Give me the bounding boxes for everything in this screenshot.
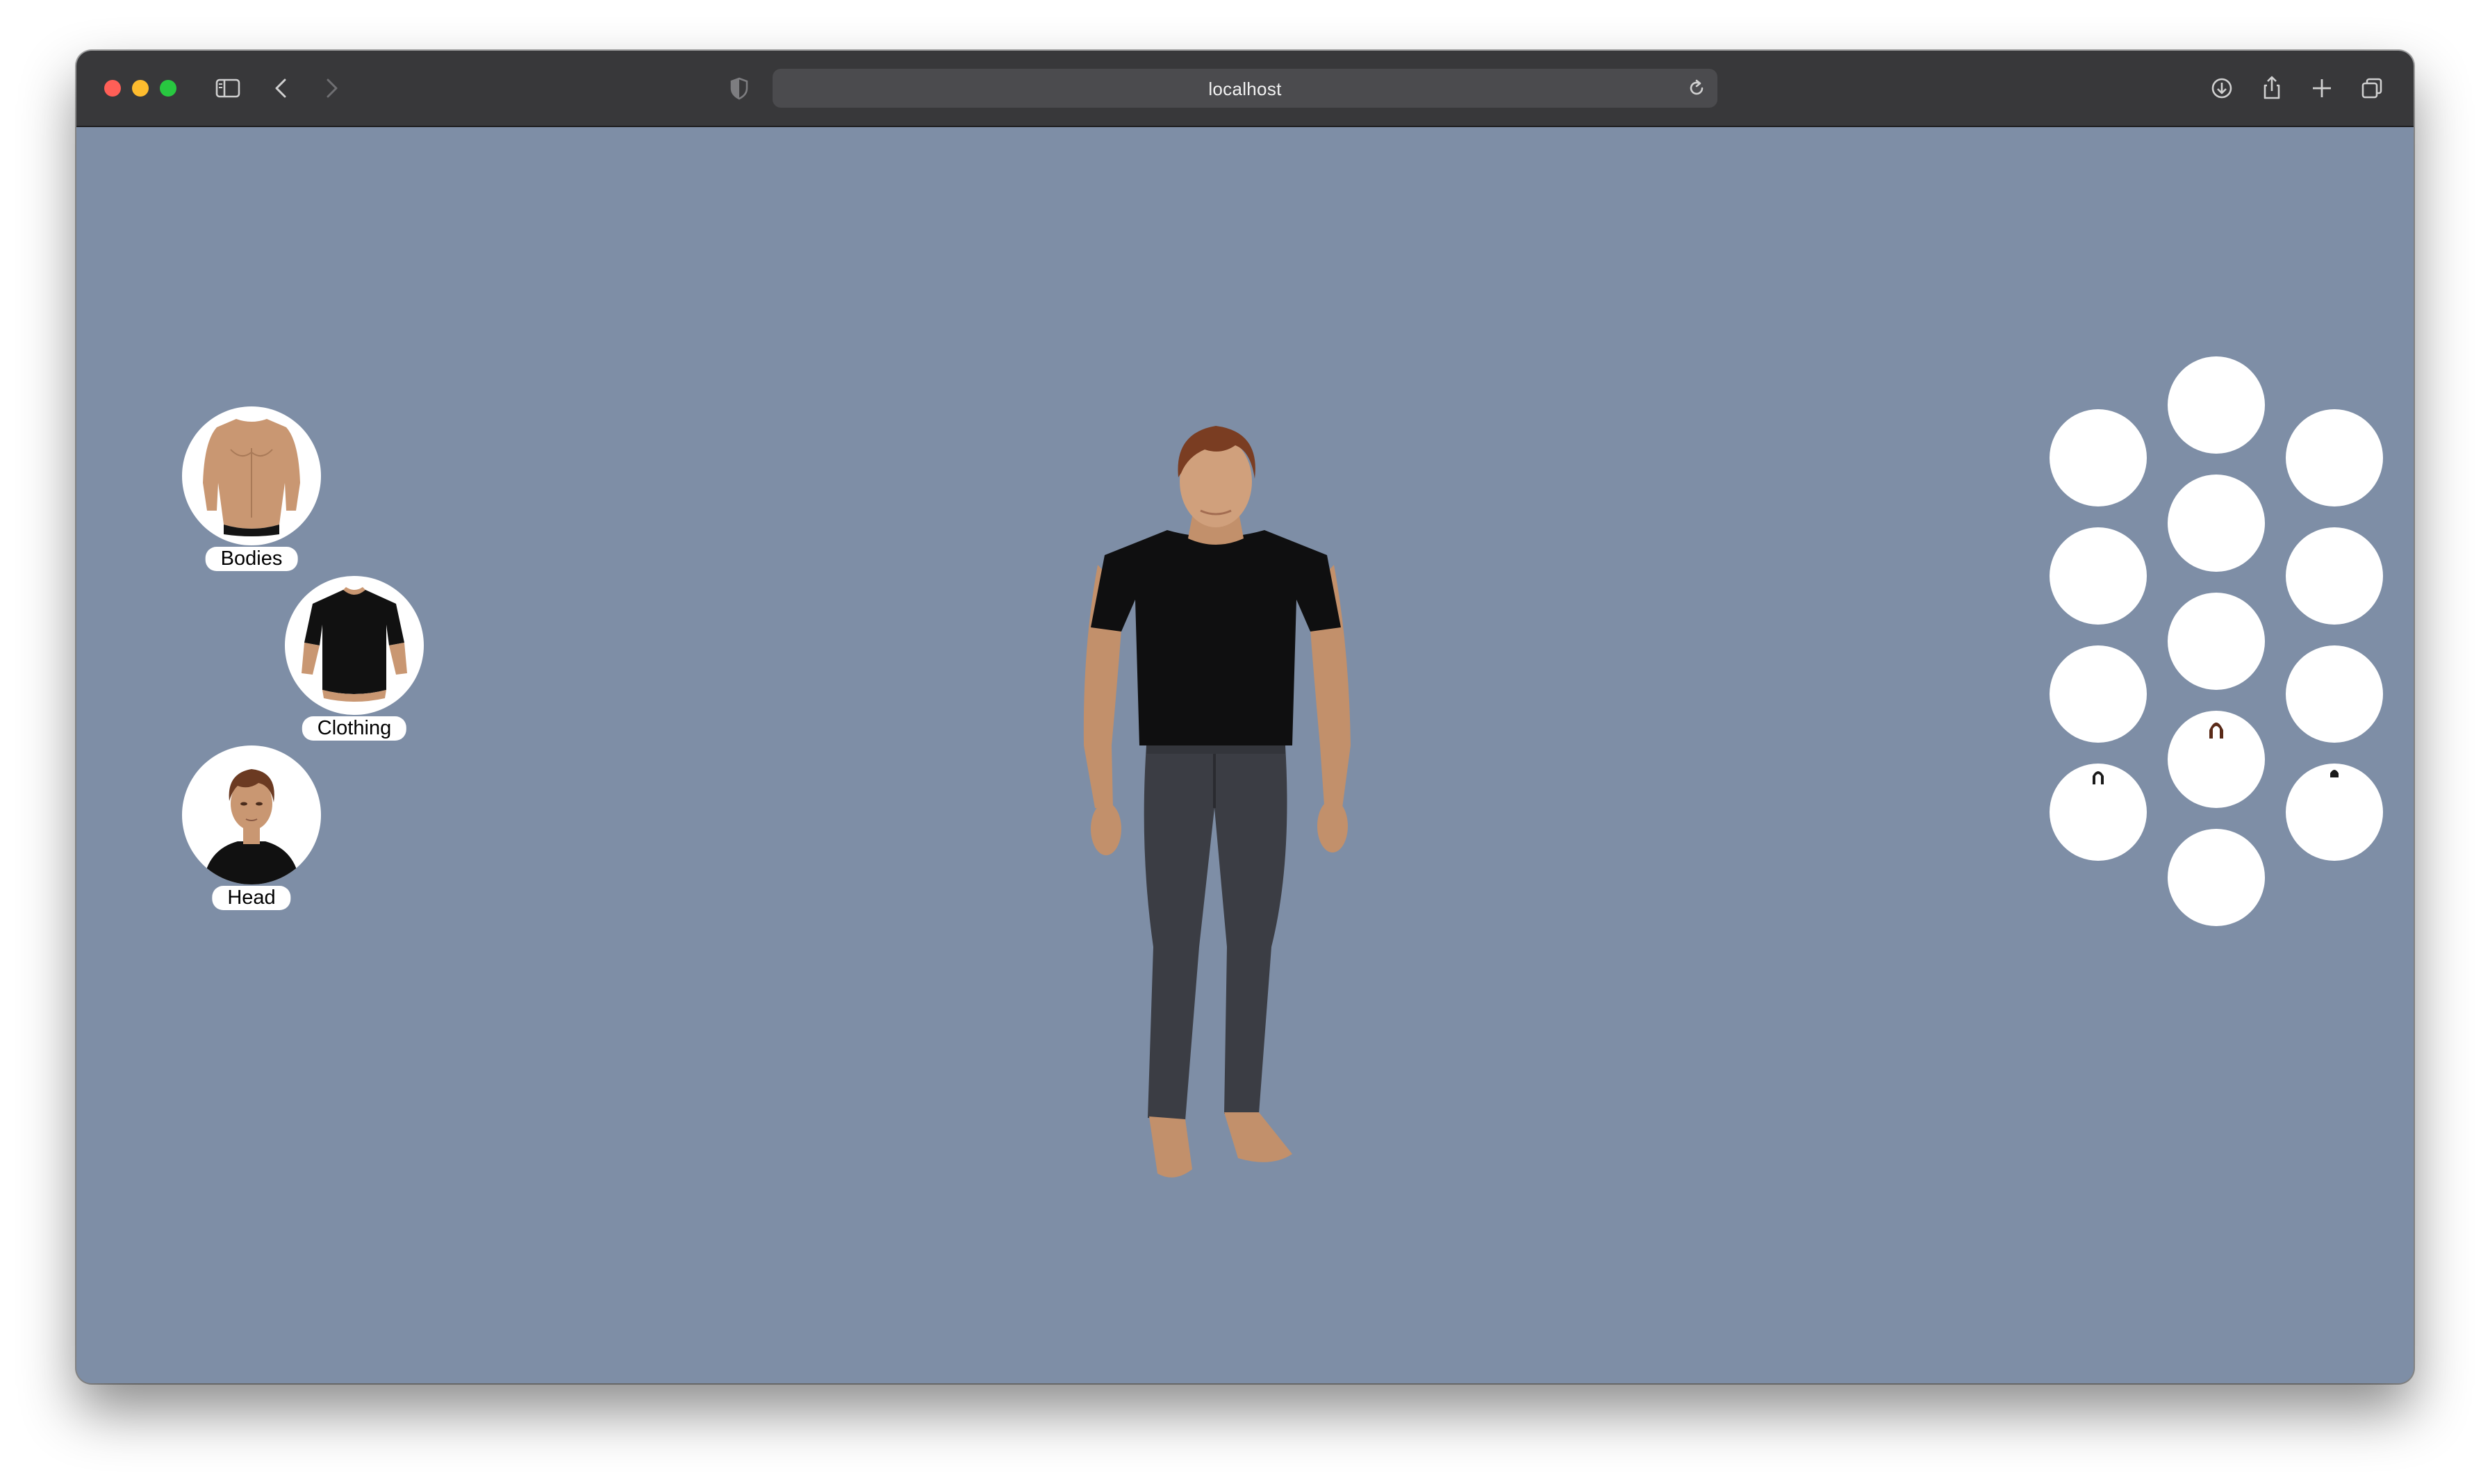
- category-label: Head: [212, 886, 291, 910]
- close-window-button[interactable]: [104, 80, 121, 97]
- option-9[interactable]: [2286, 645, 2383, 743]
- address-bar[interactable]: localhost: [773, 69, 1717, 108]
- privacy-shield-icon[interactable]: [724, 73, 755, 104]
- share-icon[interactable]: [2257, 73, 2287, 104]
- category-head[interactable]: Head: [182, 745, 321, 910]
- character-preview-figure: [1083, 426, 1351, 1178]
- character-preview: [1063, 419, 1369, 1204]
- new-tab-icon[interactable]: [2307, 73, 2337, 104]
- downloads-icon[interactable]: [2207, 73, 2237, 104]
- hair-thumbnail-icon: [2209, 723, 2223, 739]
- minimize-window-button[interactable]: [132, 80, 149, 97]
- option-1[interactable]: [2050, 409, 2147, 506]
- option-11[interactable]: [2168, 711, 2265, 808]
- option-6[interactable]: [2286, 527, 2383, 625]
- zoom-window-button[interactable]: [160, 80, 176, 97]
- option-5[interactable]: [2168, 475, 2265, 572]
- category-label: Clothing: [302, 716, 407, 741]
- option-8[interactable]: [2168, 593, 2265, 690]
- browser-window: localhost Bodies Clothing Head: [76, 51, 2414, 1383]
- tab-overview-icon[interactable]: [2357, 73, 2387, 104]
- category-label: Bodies: [205, 547, 298, 571]
- shirt-thumbnail: [285, 576, 424, 715]
- option-2[interactable]: [2168, 356, 2265, 454]
- category-clothing[interactable]: Clothing: [285, 576, 424, 741]
- sidebar-toggle-icon[interactable]: [213, 73, 243, 104]
- head-thumbnail: [182, 745, 321, 884]
- browser-toolbar: localhost: [76, 51, 2414, 127]
- reload-icon[interactable]: [1684, 76, 1709, 101]
- option-4[interactable]: [2050, 527, 2147, 625]
- option-7[interactable]: [2050, 645, 2147, 743]
- option-10[interactable]: [2050, 764, 2147, 861]
- category-bodies[interactable]: Bodies: [182, 406, 321, 571]
- torso-thumbnail: [182, 406, 321, 545]
- page-content: Bodies Clothing Head: [76, 127, 2414, 1383]
- option-12[interactable]: [2286, 764, 2383, 861]
- hair-thumbnail-icon: [2093, 771, 2104, 784]
- option-3[interactable]: [2286, 409, 2383, 506]
- back-icon[interactable]: [267, 73, 297, 104]
- hair-thumbnail-icon: [2330, 770, 2339, 777]
- url-text: localhost: [1208, 79, 1282, 99]
- option-13[interactable]: [2168, 829, 2265, 926]
- forward-icon[interactable]: [315, 73, 346, 104]
